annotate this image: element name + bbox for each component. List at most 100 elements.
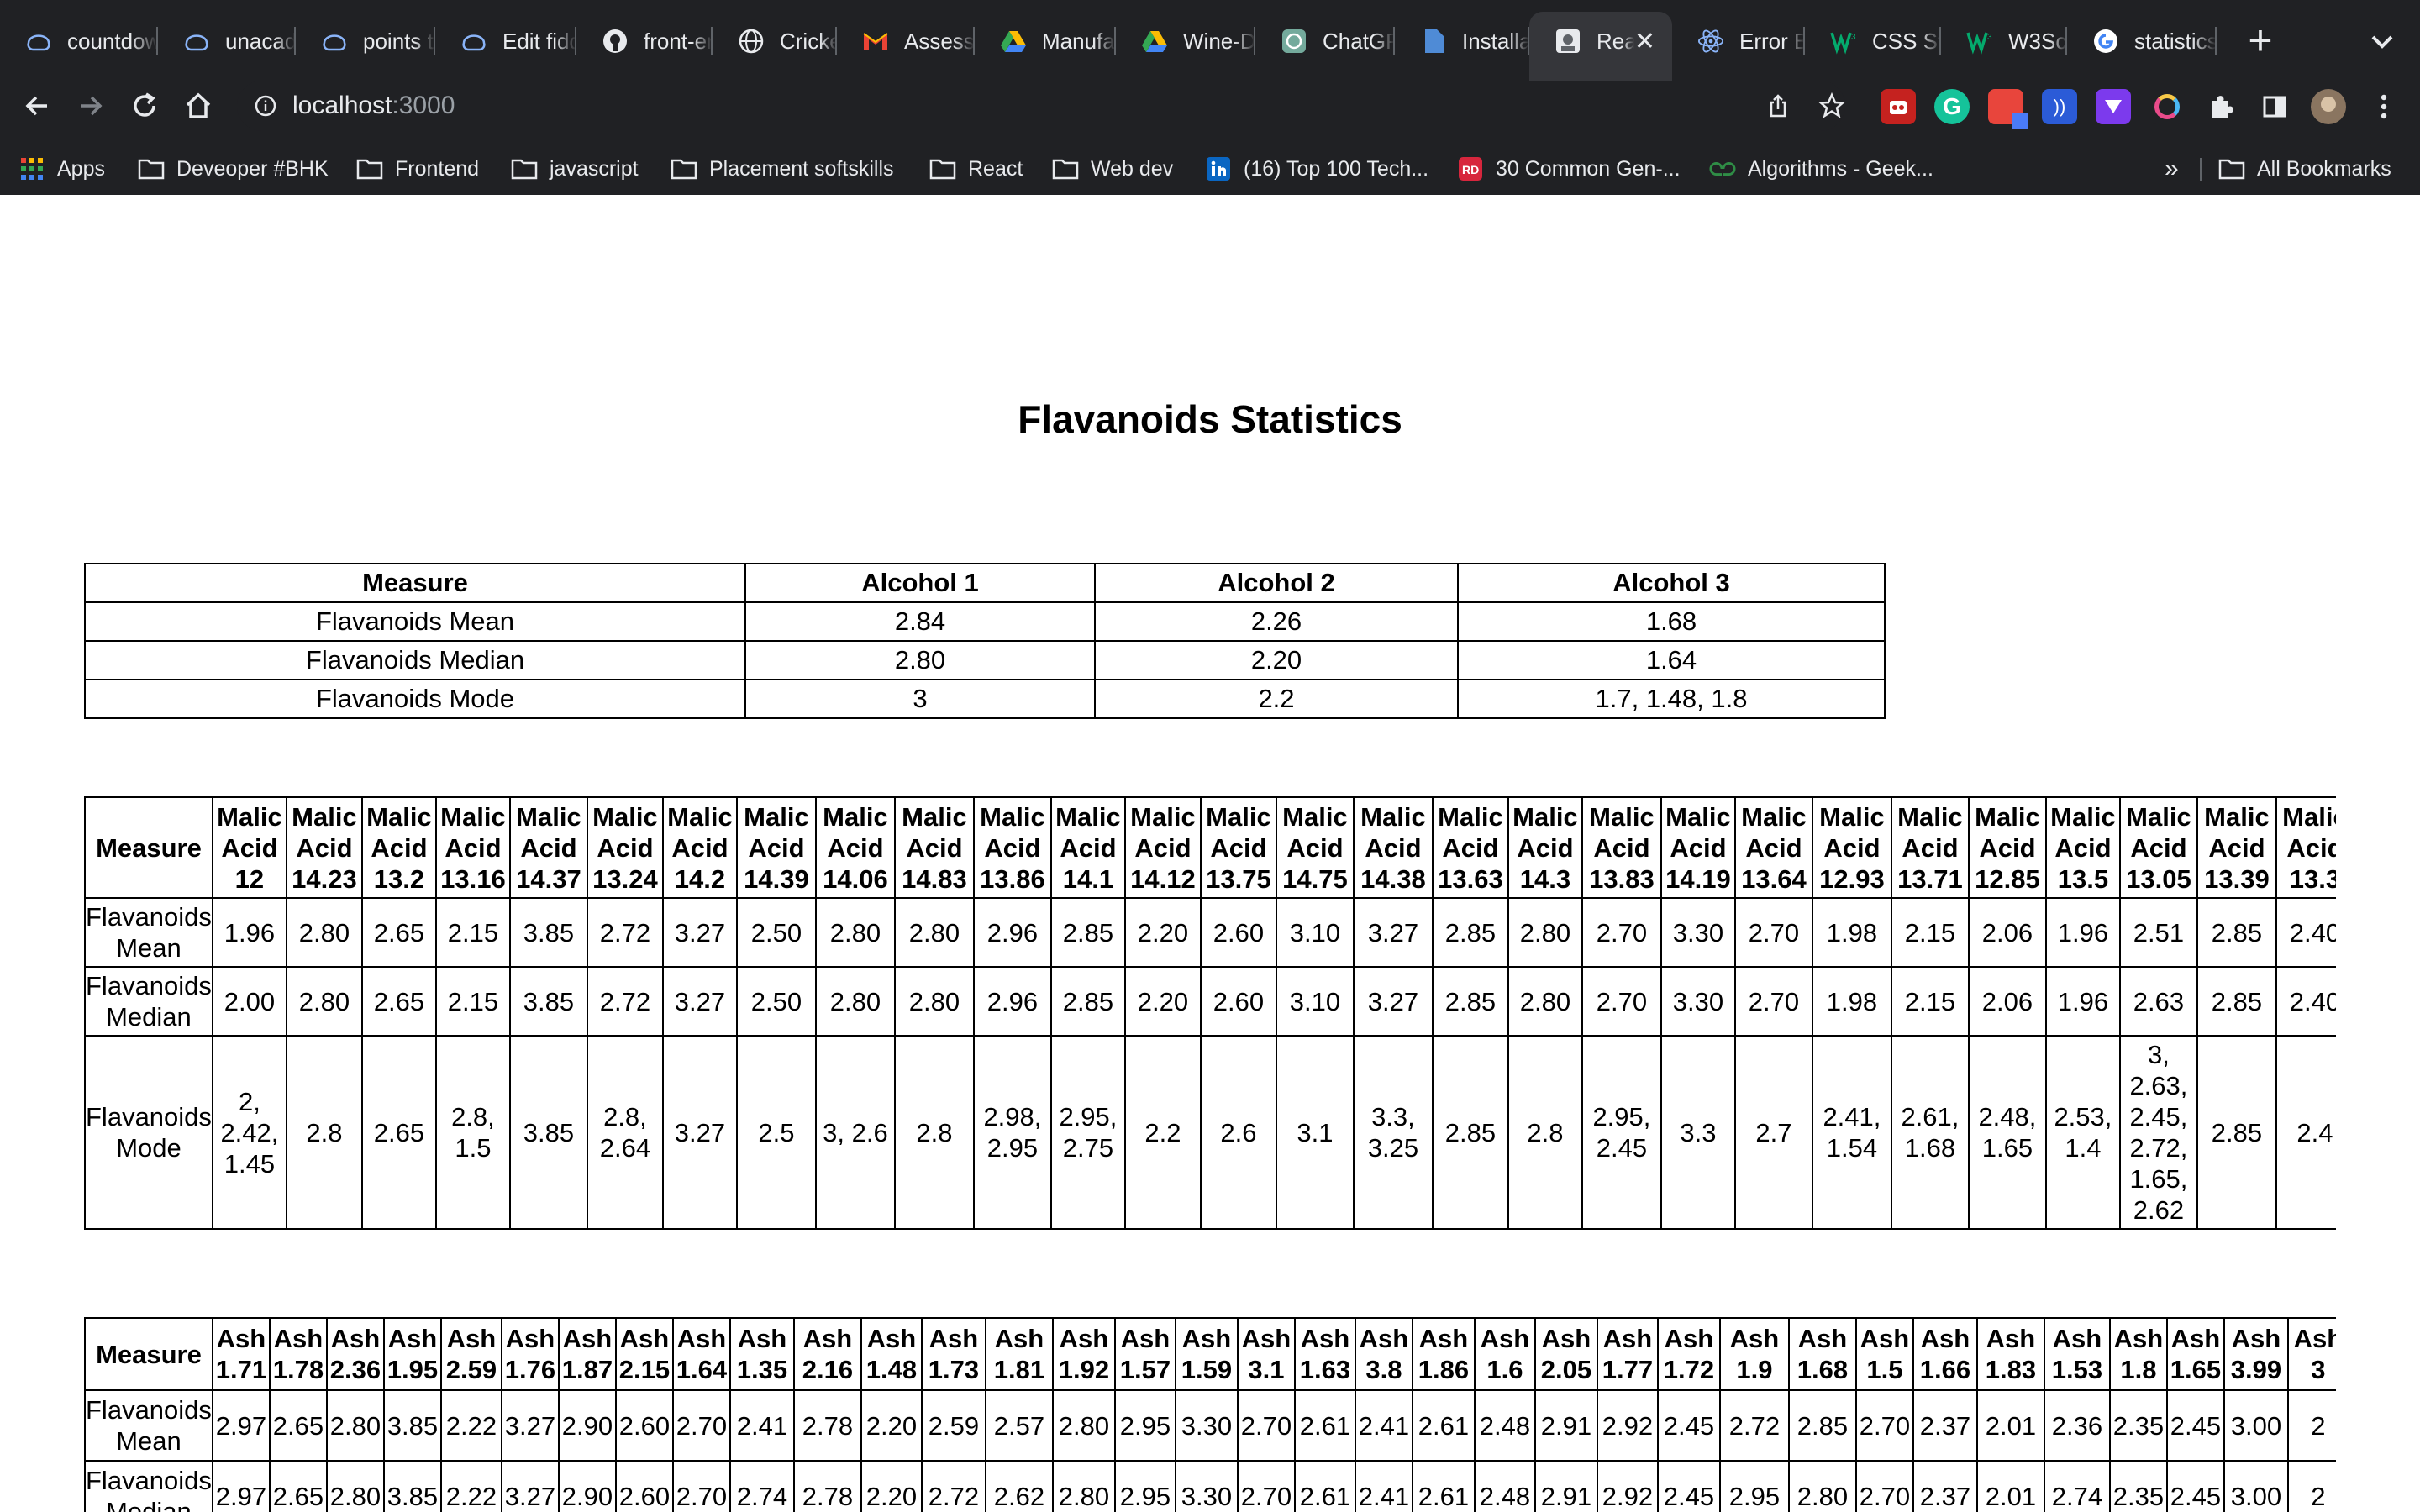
table-cell: 2.80 — [1507, 897, 1583, 968]
folder-icon — [138, 157, 165, 181]
table-cell: 2.20 — [860, 1460, 923, 1512]
column-header: Ash 1.8 — [2108, 1317, 2168, 1391]
new-tab-button[interactable]: + — [2235, 18, 2286, 66]
table-cell: 2.40 — [2275, 966, 2336, 1037]
table-cell: 3.85 — [508, 897, 588, 968]
tab-chatgpt[interactable]: ChatGPT — [1255, 12, 1395, 71]
profile-avatar[interactable] — [2311, 89, 2346, 124]
url-text[interactable]: localhost:3000 — [292, 81, 455, 131]
tab-front-end[interactable]: front-end — [576, 12, 713, 71]
address-bar[interactable] — [237, 81, 1845, 131]
column-header: Malic Acid 13.39 — [2196, 796, 2277, 899]
bookmark-frontend[interactable]: Frontend — [356, 148, 479, 190]
reload-button[interactable] — [121, 82, 168, 129]
header-row: Measure Ash 1.71 Ash 1.78 Ash 2.36 Ash 1.95 A… — [84, 1317, 2336, 1391]
table-cell: 3.00 — [2223, 1460, 2289, 1512]
table-cell: 2.70 — [1854, 1389, 1914, 1462]
side-panel-icon[interactable] — [2257, 89, 2292, 124]
table-cell: 2.8 — [285, 1035, 363, 1230]
extension-colorpick-icon[interactable] — [1988, 89, 2028, 129]
table-cell: 2.01 — [1975, 1460, 2045, 1512]
summary-table: Measure Alcohol 1 Alcohol 2 Alcohol 3 Fl… — [84, 563, 1886, 719]
forward-button[interactable] — [67, 82, 114, 129]
tab-countdown[interactable]: countdown — [0, 12, 158, 71]
table-cell: 2.65 — [360, 966, 437, 1037]
extensions-puzzle-icon[interactable] — [2203, 89, 2238, 124]
tab-title: Cricket — [780, 28, 837, 54]
site-info-icon[interactable] — [249, 89, 282, 123]
table-cell: 2.37 — [1912, 1460, 1978, 1512]
column-header: Malic Acid 13.64 — [1733, 796, 1813, 899]
data-row: Flavanoids Median 2.00 2.80 2.65 2.15 3.85 2.7… — [84, 966, 2336, 1037]
column-header: Ash 3 — [2286, 1317, 2336, 1391]
tab-css-styling[interactable]: 3 CSS Styling — [1805, 12, 1941, 71]
grammarly-icon[interactable]: G — [1934, 89, 1970, 124]
bookmark-30-common-gen[interactable]: RD 30 Common Gen-... — [1457, 148, 1681, 190]
tab-search-button[interactable] — [2361, 24, 2403, 60]
home-button[interactable] — [175, 82, 222, 129]
tab-manufac[interactable]: Manufac — [975, 12, 1116, 71]
tab-w3schools[interactable]: 3 W3Schools — [1941, 12, 2067, 71]
summary-row-mean: Flavanoids Mean 2.84 2.26 1.68 — [84, 601, 1886, 642]
back-button[interactable] — [13, 82, 60, 129]
chatgpt-icon — [1281, 28, 1307, 55]
codesandbox-icon — [183, 28, 210, 55]
column-header: Ash 1.83 — [1975, 1317, 2045, 1391]
tab-error-boundaries[interactable]: Error Boundaries — [1672, 12, 1805, 71]
tab-title: Error Boundaries — [1739, 28, 1805, 54]
bookmark-react[interactable]: React — [929, 148, 1023, 190]
table-cell: 2.15 — [434, 966, 511, 1037]
bookmark-javascript[interactable]: javascript — [511, 148, 639, 190]
tab-points-table[interactable]: points table — [296, 12, 435, 71]
extension-rescue-icon[interactable] — [1881, 89, 1916, 124]
summary-cell: 1.68 — [1457, 601, 1886, 642]
url-port: :3000 — [392, 92, 455, 119]
table-cell: 3.27 — [1352, 897, 1434, 968]
table-cell: 2.80 — [814, 897, 896, 968]
bookmark-16-top-100-tech[interactable]: (16) Top 100 Tech... — [1205, 148, 1428, 190]
table-cell: 1.96 — [2044, 966, 2121, 1037]
table-cell: 2.01 — [1975, 1389, 2045, 1462]
table-cell: 2.61, 1.68 — [1890, 1035, 1970, 1230]
column-header: Ash 1.73 — [920, 1317, 986, 1391]
table-cell: 2.70 — [1733, 966, 1813, 1037]
github-icon — [602, 28, 629, 55]
tab-cricket[interactable]: Cricket — [713, 12, 837, 71]
browser-menu-button[interactable] — [2366, 89, 2402, 124]
tab-edit-fiddle[interactable]: Edit fiddle — [435, 12, 576, 71]
share-icon[interactable] — [1761, 89, 1795, 123]
ash-table-container[interactable]: Measure Ash 1.71 Ash 1.78 Ash 2.36 Ash 1.95 A… — [84, 1317, 2336, 1512]
malic-acid-table: Measure Malic Acid 12 Malic Acid 14.23 Mali… — [84, 796, 2336, 1230]
page-content: Flavanoids Statistics Measure Alcohol 1 … — [0, 195, 2420, 1512]
extension-audio-icon[interactable]: )) — [2042, 89, 2077, 124]
summary-header-alcohol-1: Alcohol 1 — [744, 563, 1096, 603]
table-cell: 2.61 — [1411, 1389, 1476, 1462]
extension-color-wheel-icon[interactable] — [2149, 89, 2185, 124]
bookmark-apps[interactable]: Apps — [18, 148, 105, 190]
all-bookmarks-button[interactable]: All Bookmarks — [2218, 148, 2391, 190]
table-cell: 2.2 — [1123, 1035, 1202, 1230]
tab-react-app[interactable]: React App✕ — [1529, 12, 1672, 82]
table-cell: 2.78 — [792, 1460, 862, 1512]
bookmark-deveoper-bhk[interactable]: Deveoper #BHK — [138, 148, 329, 190]
bookmark-star-icon[interactable] — [1815, 89, 1849, 123]
tab-statistics[interactable]: statistics — [2067, 12, 2217, 71]
table-cell: 2.22 — [439, 1389, 502, 1462]
tab-title: countdown — [67, 28, 158, 54]
close-tab-icon[interactable]: ✕ — [1634, 27, 1655, 56]
table-cell: 2.60 — [614, 1389, 674, 1462]
extension-shield-icon[interactable] — [2096, 89, 2131, 124]
bookmarks-overflow-button[interactable]: » — [2165, 148, 2179, 190]
tab-installation[interactable]: Installation — [1395, 12, 1529, 71]
table-cell: 1.98 — [1811, 897, 1892, 968]
table-cell: 2.00 — [211, 966, 287, 1037]
table-cell: 2.80 — [325, 1389, 385, 1462]
bookmark-placement-softskills[interactable]: Placement softskills — [671, 148, 894, 190]
table-cell: 2.37 — [1912, 1389, 1978, 1462]
tab-assessment[interactable]: Assessment — [837, 12, 975, 71]
bookmark-web-dev[interactable]: Web dev — [1052, 148, 1173, 190]
row-label: Flavanoids Mode — [84, 1035, 213, 1230]
bookmark-algorithms-geek[interactable]: Algorithms - Geek... — [1709, 148, 1933, 190]
tab-unacademy[interactable]: unacademy — [158, 12, 296, 71]
tab-wine-data[interactable]: Wine-Data — [1116, 12, 1255, 71]
